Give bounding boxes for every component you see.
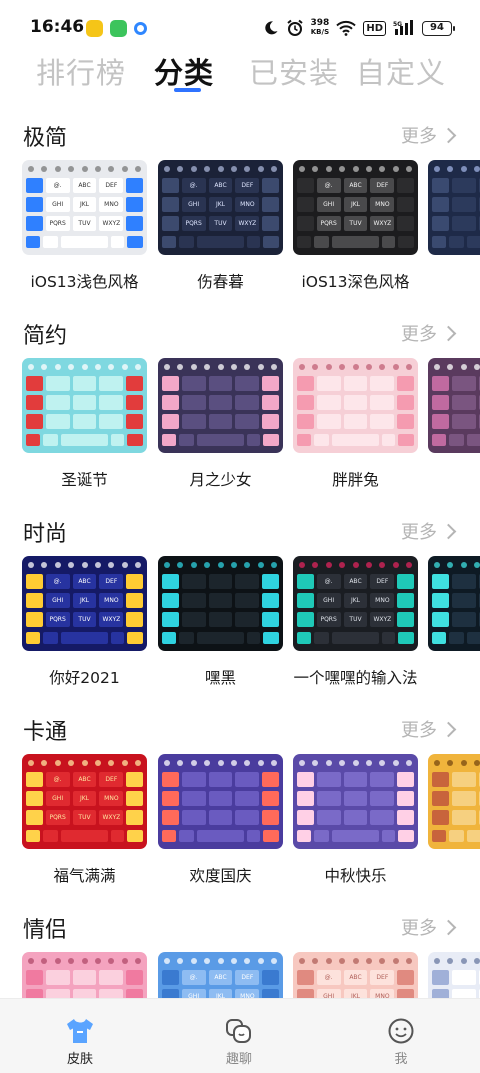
- skin-card[interactable]: [428, 160, 480, 270]
- status-time: 16:46: [30, 17, 85, 37]
- card-row: @. ABC DEF GHI JKL MNO PQRS TUV WXYZ iOS13浅色风格 @. A…: [0, 160, 480, 300]
- status-bar: 16:46 398 KB/S HD 5G 94: [0, 0, 480, 56]
- skin-name: iOS13深色风格: [301, 273, 410, 291]
- skin-name: 月之少女: [189, 471, 252, 489]
- more-button[interactable]: 更多: [401, 518, 457, 544]
- top-tabs: 排行榜 分类 已安装 自定义: [0, 50, 480, 100]
- skin-card[interactable]: 欢度国庆: [158, 754, 283, 886]
- keyboard-skin-preview: [158, 556, 283, 651]
- skin-card[interactable]: @. ABC DEF GHI JKL MNO PQRS TUV WXYZ 福气满满: [22, 754, 147, 886]
- hd-badge: HD: [363, 20, 386, 36]
- active-tab-indicator: [174, 88, 201, 92]
- bottom-navigation: 皮肤 趣聊 我: [0, 998, 480, 1073]
- keyboard-skin-preview: [22, 358, 147, 453]
- alarm-icon: [286, 19, 303, 36]
- skin-card[interactable]: 长: [428, 754, 480, 886]
- more-button[interactable]: 更多: [401, 320, 457, 346]
- nav-skins-label: 皮肤: [66, 1052, 93, 1067]
- skin-name: 你好2021: [49, 669, 120, 687]
- skin-card[interactable]: 圣诞节: [22, 358, 147, 490]
- moon-icon: [264, 21, 278, 35]
- chevron-right-icon: [440, 127, 457, 143]
- face-icon: [388, 1018, 414, 1044]
- skin-card[interactable]: 月之少女: [158, 358, 283, 490]
- keyboard-skin-preview: @.ABCDEFGHIJKLMNOPQRSTUVWXYZ: [22, 160, 147, 255]
- section-0: 极简 更多 @. ABC DEF GHI JKL MNO PQRS TUV WXYZ iOS13浅色风…: [0, 120, 480, 300]
- app-notification-icon: [86, 20, 103, 37]
- section-1: 简约 更多圣诞节 月之少女 胖胖兔: [0, 318, 480, 498]
- keyboard-skin-preview: [158, 754, 283, 849]
- signal-5g-icon: 5G: [393, 20, 413, 35]
- nav-chat[interactable]: 趣聊: [179, 999, 299, 1073]
- keyboard-skin-preview: [428, 754, 480, 849]
- chevron-right-icon: [440, 325, 457, 341]
- network-speed: 398 KB/S: [310, 18, 330, 37]
- nav-me-label: 我: [394, 1052, 408, 1067]
- tab-ranking[interactable]: 排行榜: [36, 50, 126, 92]
- keyboard-skin-preview: [428, 556, 480, 651]
- skin-card[interactable]: @. ABC DEF GHI JKL MNO PQRS TUV WXYZ iOS13深色风格: [293, 160, 418, 292]
- tab-custom[interactable]: 自定义: [356, 50, 446, 92]
- skin-card[interactable]: 中秋快乐: [293, 754, 418, 886]
- keyboard-skin-preview: @.ABCDEFGHIJKLMNOPQRSTUVWXYZ: [22, 754, 147, 849]
- chat-bubble-icon: [226, 1019, 251, 1043]
- section-title: 时尚: [23, 522, 68, 547]
- skin-name: 胖胖兔: [332, 471, 379, 489]
- skin-card[interactable]: [428, 556, 480, 666]
- chevron-right-icon: [440, 919, 457, 935]
- app-screen: 16:46 398 KB/S HD 5G 94 排行榜 分类 已安装 自定义 极简…: [0, 0, 480, 1073]
- nav-me[interactable]: 我: [341, 999, 461, 1073]
- tab-installed[interactable]: 已安装: [249, 50, 339, 92]
- section-title: 极简: [23, 126, 68, 151]
- more-button[interactable]: 更多: [401, 914, 457, 940]
- card-row: @. ABC DEF GHI JKL MNO PQRS TUV WXYZ 你好2021 嘿黑 @. AB…: [0, 556, 480, 696]
- card-row: 圣诞节 月之少女 胖胖兔: [0, 358, 480, 498]
- keyboard-skin-preview: [428, 358, 480, 453]
- keyboard-skin-preview: @.ABCDEFGHIJKLMNOPQRSTUVWXYZ: [293, 556, 418, 651]
- nav-skins[interactable]: 皮肤: [20, 999, 140, 1073]
- keyboard-skin-preview: @.ABCDEFGHIJKLMNOPQRSTUVWXYZ: [158, 160, 283, 255]
- skin-name: 伤春暮: [197, 273, 244, 291]
- skin-name: 一个嘿嘿的输入法: [293, 669, 418, 687]
- wifi-icon: [336, 20, 357, 36]
- nav-chat-label: 趣聊: [225, 1052, 252, 1067]
- skin-name: iOS13浅色风格: [30, 273, 139, 291]
- skin-card[interactable]: @. ABC DEF GHI JKL MNO PQRS TUV WXYZ 你好2021: [22, 556, 147, 688]
- more-button[interactable]: 更多: [401, 716, 457, 742]
- skin-name: 福气满满: [53, 867, 116, 885]
- keyboard-skin-preview: [293, 358, 418, 453]
- keyboard-skin-preview: [158, 358, 283, 453]
- keyboard-skin-preview: @.ABCDEFGHIJKLMNOPQRSTUVWXYZ: [22, 556, 147, 651]
- skin-name: 欢度国庆: [189, 867, 252, 885]
- tab-category[interactable]: 分类: [154, 50, 214, 92]
- skin-name: 圣诞节: [61, 471, 108, 489]
- skin-card[interactable]: [428, 358, 480, 468]
- skin-name: 嘿黑: [204, 669, 236, 687]
- section-title: 简约: [23, 324, 68, 349]
- battery-indicator: 94: [422, 20, 455, 36]
- more-button[interactable]: 更多: [401, 122, 457, 148]
- chevron-right-icon: [440, 523, 457, 539]
- chat-notification-icon: [110, 20, 127, 37]
- section-2: 时尚 更多 @. ABC DEF GHI JKL MNO PQRS TUV WXYZ 你好2021 嘿黑…: [0, 516, 480, 696]
- skin-card[interactable]: 嘿黑: [158, 556, 283, 688]
- section-title: 卡通: [23, 720, 68, 745]
- skin-card[interactable]: @. ABC DEF GHI JKL MNO PQRS TUV WXYZ 伤春暮: [158, 160, 283, 292]
- skin-name: 中秋快乐: [324, 867, 387, 885]
- keyboard-skin-preview: [428, 160, 480, 255]
- section-3: 卡通 更多 @. ABC DEF GHI JKL MNO PQRS TUV WXYZ 福气满满 欢度国庆…: [0, 714, 480, 894]
- keyboard-skin-preview: @.ABCDEFGHIJKLMNOPQRSTUVWXYZ: [293, 160, 418, 255]
- skin-card[interactable]: @. ABC DEF GHI JKL MNO PQRS TUV WXYZ 一个嘿嘿的输入法: [293, 556, 418, 688]
- skin-card[interactable]: @. ABC DEF GHI JKL MNO PQRS TUV WXYZ iOS13浅色风格: [22, 160, 147, 292]
- tshirt-icon: [67, 1019, 93, 1043]
- card-row: @. ABC DEF GHI JKL MNO PQRS TUV WXYZ 福气满满 欢度国庆 中秋快乐…: [0, 754, 480, 894]
- section-title: 情侣: [23, 918, 68, 943]
- chevron-right-icon: [440, 721, 457, 737]
- browser-notification-icon: [134, 22, 147, 35]
- skin-name: 长: [428, 864, 480, 886]
- skin-card[interactable]: 胖胖兔: [293, 358, 418, 490]
- keyboard-skin-preview: [293, 754, 418, 849]
